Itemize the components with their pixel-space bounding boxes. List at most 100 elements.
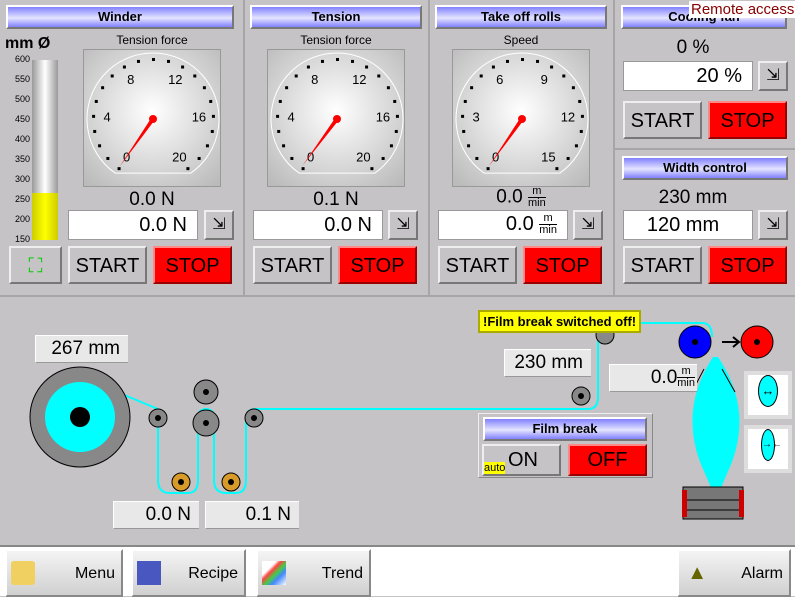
gauge-tick: [505, 59, 509, 63]
start-button[interactable]: START: [623, 101, 702, 139]
gauge-tick: [193, 74, 197, 78]
actual-value: 0.0 N: [129, 189, 175, 210]
gauge-tick: [186, 167, 190, 171]
start-button[interactable]: START: [623, 246, 702, 284]
stop-button[interactable]: STOP: [523, 246, 602, 284]
gauge-tick: [136, 59, 140, 63]
gauge-needle: [119, 117, 155, 167]
film-break-panel: Film break auto ON OFF: [478, 413, 653, 478]
start-button[interactable]: START: [253, 246, 332, 284]
stop-button[interactable]: STOP: [708, 246, 787, 284]
gauge-tick: [117, 167, 121, 171]
gauge-tick-label: 6: [496, 72, 503, 87]
film-break-off-button[interactable]: OFF: [568, 444, 647, 476]
roll-diameter-readout: 267 mm: [35, 335, 128, 363]
unit: m min: [527, 185, 546, 209]
tension1-readout: 0.0 N: [113, 501, 199, 529]
gauge-tick: [202, 86, 206, 90]
winder-panel: Winder mm Ø 600 550 500 450 400 350 300 250 200 1…: [0, 0, 245, 295]
gauge-tick: [197, 156, 201, 160]
gauge-tick: [122, 65, 126, 69]
gauge-tick: [491, 65, 495, 69]
stop-button[interactable]: STOP: [338, 246, 417, 284]
gauge-tick: [521, 58, 524, 61]
width-increase-button[interactable]: ↔: [744, 371, 792, 419]
width-title: Width control: [622, 156, 788, 180]
scale-tick: 200: [14, 214, 30, 224]
gauge-tick: [94, 99, 98, 103]
trend-button[interactable]: Trend: [256, 549, 371, 597]
gauge-tick: [386, 86, 390, 90]
alarm-button[interactable]: ▲ Alarm: [677, 549, 791, 597]
setpoint-input[interactable]: 0.0 m min: [438, 210, 568, 240]
setpoint-input[interactable]: 120 mm: [623, 210, 753, 240]
film-break-on-button[interactable]: auto ON: [482, 444, 561, 476]
gauge-tick: [562, 74, 566, 78]
diameter-scale: 600 550 500 450 400 350 300 250 200 150: [2, 54, 32, 246]
menu-button[interactable]: Menu: [5, 549, 123, 597]
gauge-tick: [210, 129, 214, 133]
scale-tick: 400: [14, 134, 30, 144]
gauge-tick-label: 20: [356, 150, 370, 165]
gauge-tick: [93, 129, 97, 133]
gauge-tick: [578, 99, 582, 103]
actual-value: 0.1 N: [313, 189, 359, 210]
gauge-needle: [302, 117, 339, 166]
gauge-needle: [488, 117, 524, 167]
gauge-tick: [370, 167, 374, 171]
scale-tick: 450: [14, 114, 30, 124]
center-button[interactable]: ⛶: [9, 246, 62, 284]
gauge-tick-label: 9: [541, 72, 548, 87]
film-break-title: Film break: [483, 417, 647, 441]
alarm-bell-icon: ▲: [687, 562, 707, 584]
actual-number: 0.0: [496, 186, 523, 208]
width-decrease-button[interactable]: →←: [744, 425, 792, 473]
setpoint-input[interactable]: 0.0 N: [253, 210, 383, 240]
gauge-hub: [149, 115, 157, 123]
setpoint-input[interactable]: 0.0 N: [68, 210, 198, 240]
start-button[interactable]: START: [68, 246, 147, 284]
gauge-tick: [550, 65, 554, 69]
gauge-tick: [351, 59, 355, 63]
setpoint-input[interactable]: 20 %: [623, 61, 753, 91]
setpoint-edit-button[interactable]: ⇲: [758, 61, 788, 91]
gauge-tick: [580, 114, 584, 118]
gauge-tick: [205, 144, 209, 148]
setpoint-edit-button[interactable]: ⇲: [573, 210, 603, 240]
scale-tick: 350: [14, 154, 30, 164]
gauge-tick: [377, 74, 381, 78]
folder-icon: [11, 561, 35, 585]
gauge-tick: [294, 74, 298, 78]
tension-force-gauge: 048121620: [83, 49, 221, 187]
takeoff-panel: Take off rolls Speed 03691215 0.0 mmin 0…: [430, 0, 615, 295]
setpoint-number: 0.0: [505, 213, 534, 235]
width-panel: Width control 230 mm 120 mm ⇲ START STOP: [615, 152, 795, 295]
stop-button[interactable]: STOP: [708, 101, 787, 139]
setpoint-edit-button[interactable]: ⇲: [388, 210, 418, 240]
scale-tick: 250: [14, 194, 30, 204]
gauge-tick: [394, 129, 398, 133]
setpoint-edit-button[interactable]: ⇲: [204, 210, 234, 240]
gauge-tick-label: 3: [472, 110, 479, 125]
setpoint-edit-button[interactable]: ⇲: [758, 210, 788, 240]
film-break-warning: !Film break switched off!: [478, 310, 642, 333]
gauge-tick: [461, 114, 465, 118]
tension-panel: Tension Tension force 0 4 8 12 16 20 0.1 N 0.…: [245, 0, 430, 295]
winder-title: Winder: [6, 5, 234, 29]
recipe-button[interactable]: Recipe: [131, 549, 246, 597]
arrows-icon: ⇲: [581, 216, 595, 233]
gauge-tick: [306, 65, 310, 69]
gauge-tick: [152, 58, 155, 61]
gauge-tick: [301, 167, 305, 171]
stop-button[interactable]: STOP: [153, 246, 232, 284]
gauge-label: Tension force: [116, 33, 188, 47]
gauge-tick: [278, 99, 282, 103]
tension2-readout: 0.1 N: [205, 501, 299, 529]
gauge-tick-label: 15: [541, 150, 555, 165]
start-button[interactable]: START: [438, 246, 517, 284]
gauge-tick: [167, 59, 171, 63]
gauge-tick-label: 4: [103, 110, 110, 125]
gauge-tick: [110, 74, 114, 78]
arrows-icon: ⇲: [212, 216, 226, 233]
gauge-tick-label: 4: [287, 110, 294, 125]
